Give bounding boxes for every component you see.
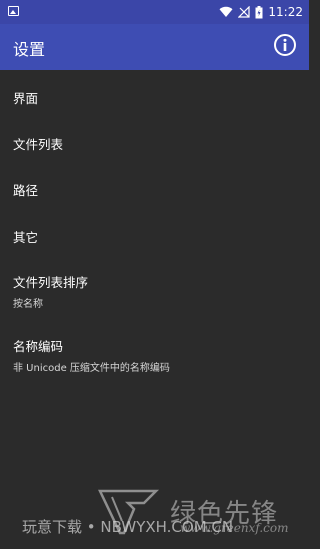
no-signal-icon: [238, 6, 251, 18]
status-icons: 11:22: [219, 0, 303, 24]
info-icon: [273, 33, 297, 61]
setting-summary: 按名称: [13, 299, 43, 310]
setting-title: 其它: [13, 230, 39, 245]
app-bar: 设置: [0, 24, 309, 70]
status-time: 11:22: [268, 5, 303, 19]
setting-item-file-list[interactable]: 文件列表: [0, 134, 309, 153]
setting-summary: 非 Unicode 压缩文件中的名称编码: [13, 363, 170, 374]
watermark-url: www.greenxf.com: [180, 521, 289, 535]
setting-item-interface[interactable]: 界面: [0, 88, 309, 107]
page-title: 设置: [13, 40, 46, 59]
setting-item-path[interactable]: 路径: [0, 180, 309, 199]
photo-icon: [8, 6, 19, 16]
status-bar: 11:22: [0, 0, 309, 24]
battery-icon: [255, 5, 263, 19]
info-button[interactable]: [273, 33, 297, 61]
setting-item-file-list-sort[interactable]: 文件列表排序 按名称: [0, 272, 309, 310]
setting-item-name-encoding[interactable]: 名称编码 非 Unicode 压缩文件中的名称编码: [0, 336, 309, 374]
setting-title: 路径: [13, 183, 39, 198]
setting-title: 文件列表: [13, 137, 64, 152]
wifi-icon: [219, 6, 233, 18]
setting-item-other[interactable]: 其它: [0, 227, 309, 246]
setting-title: 文件列表排序: [13, 275, 89, 290]
setting-title: 名称编码: [13, 339, 64, 354]
setting-title: 界面: [13, 91, 39, 106]
